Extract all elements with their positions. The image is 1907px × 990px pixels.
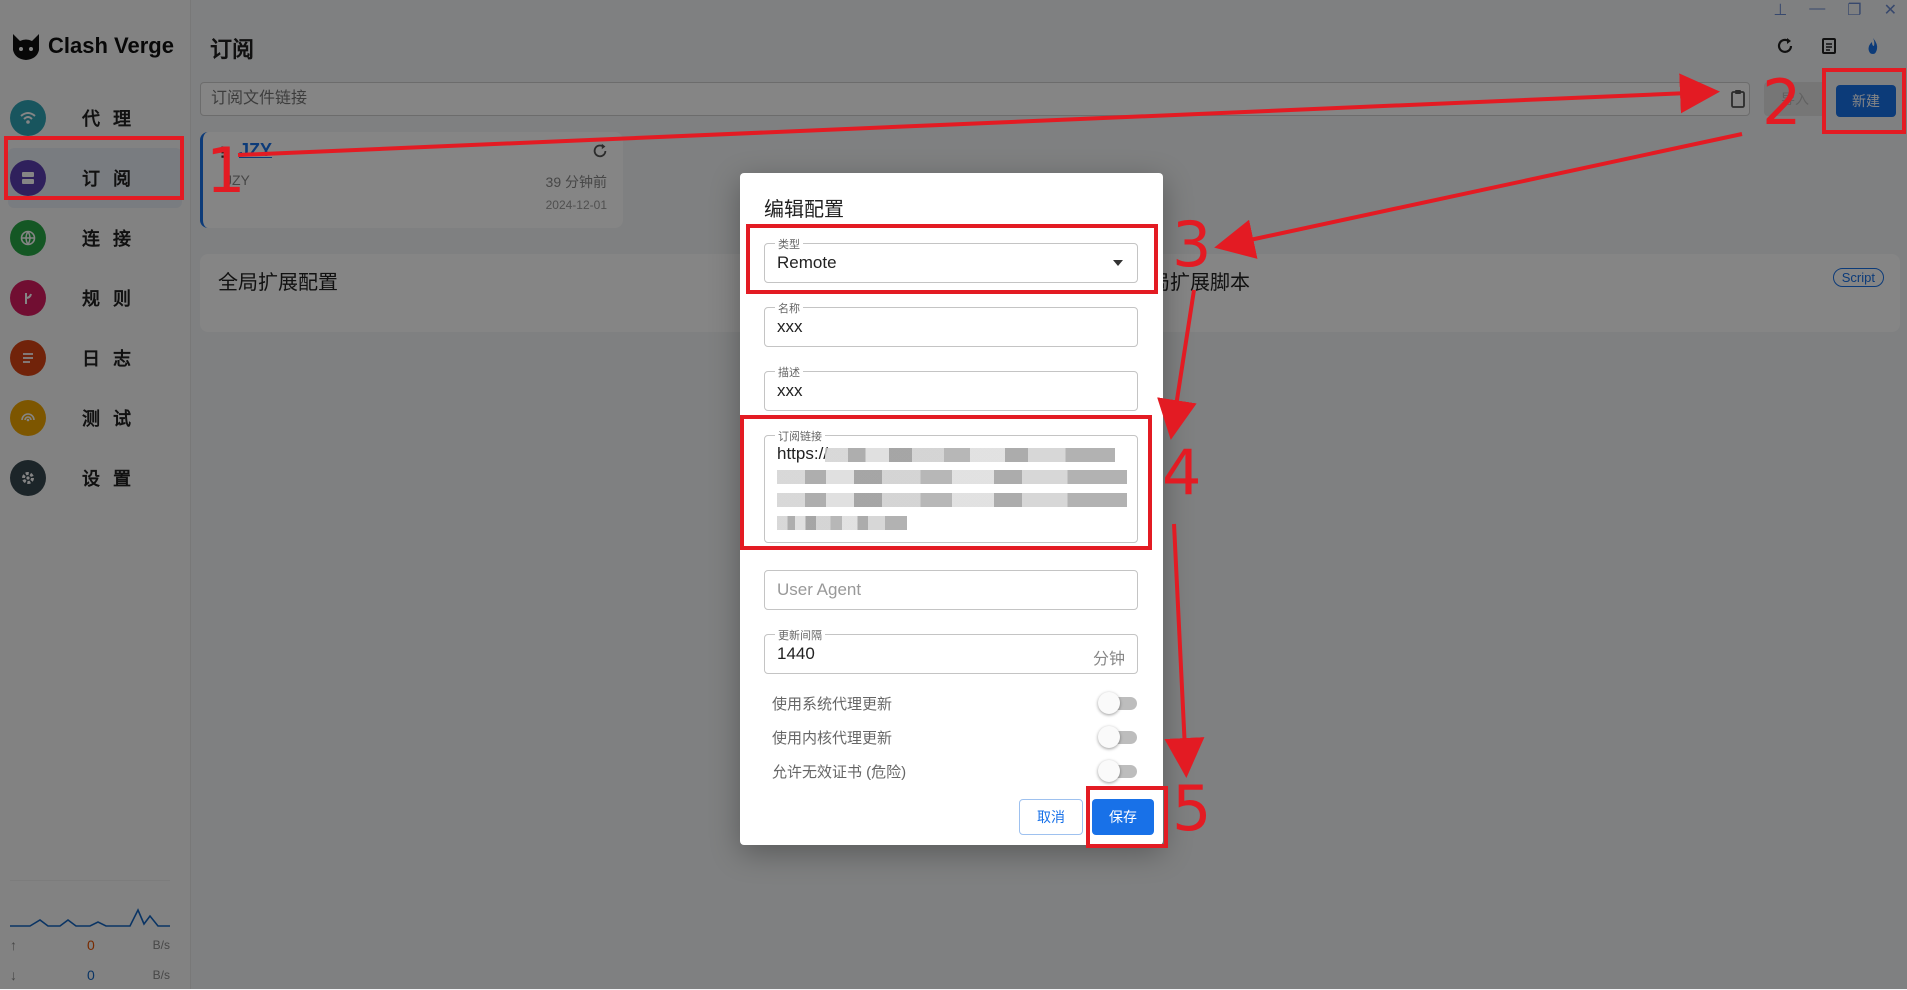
annotation-arrows bbox=[237, 73, 1743, 778]
